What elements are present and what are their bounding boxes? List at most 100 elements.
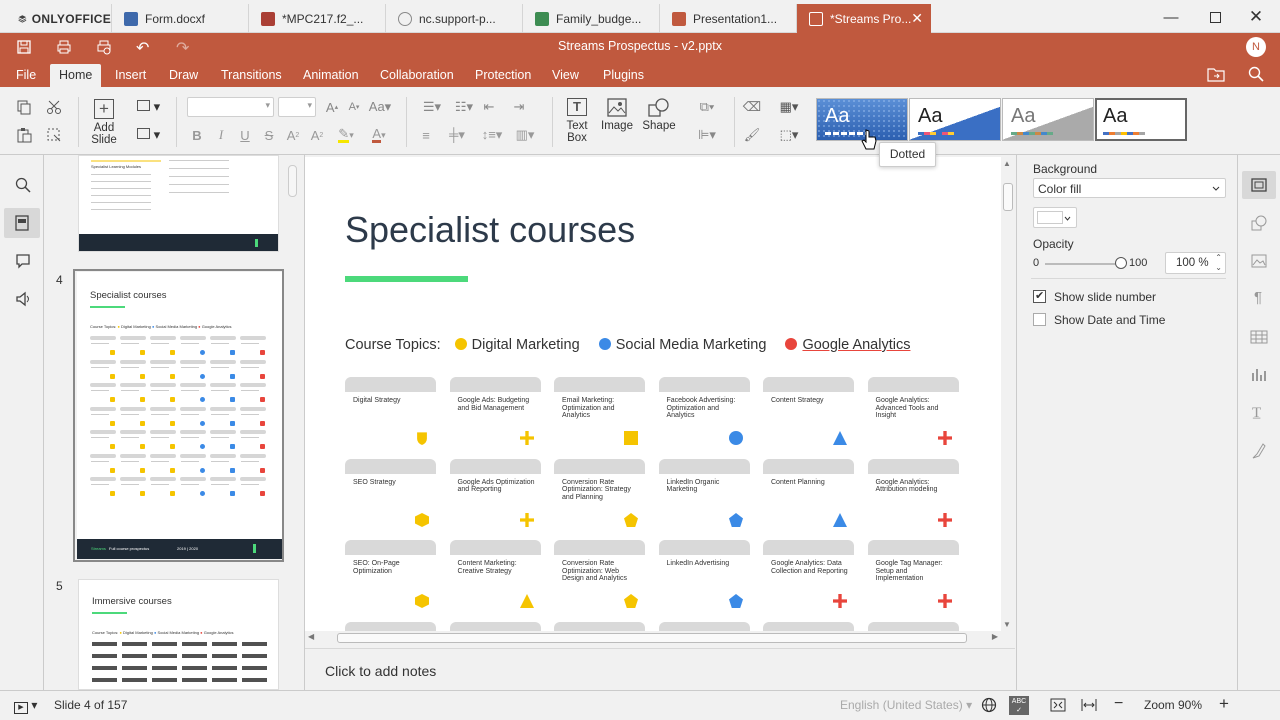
text-box-button[interactable]: T Text Box [560, 97, 594, 151]
course-card[interactable]: Google Ads: Budgeting and Bid Management [449, 377, 541, 449]
thumbs-scrollbar[interactable] [288, 165, 297, 197]
font-name-dropdown[interactable]: ▾ [187, 97, 274, 117]
menu-plugins[interactable]: Plugins [594, 64, 653, 87]
comments-icon[interactable] [15, 253, 31, 269]
app-logo[interactable]: ONLYOFFICE [6, 4, 112, 33]
tab-streams-prospectus[interactable]: *Streams Pro... ✕ [797, 4, 931, 33]
columns-icon[interactable]: ▥▾ [512, 126, 538, 144]
course-card[interactable]: Facebook Advertising: Optimization and A… [658, 377, 750, 449]
course-card[interactable]: SEO: On-Page Optimization [345, 540, 436, 612]
tab-family-budget[interactable]: Family_budge... [523, 4, 660, 33]
course-card[interactable]: Google Analytics: Advanced Tools and Ins… [867, 377, 959, 449]
course-card[interactable]: Conversion Rate Optimization: Strategy a… [554, 458, 645, 531]
arrange-icon[interactable]: ⧉▾ [692, 98, 722, 116]
vertical-scrollbar[interactable]: ▲ ▼ [1001, 157, 1015, 631]
slide-thumbnails-panel[interactable]: Specialist Learning Modules 4 Specialist… [44, 155, 305, 690]
slide-thumbnail-5[interactable]: Immersive courses Course Topics: ● Digit… [78, 579, 279, 690]
course-card[interactable]: Content Marketing: Creative Strategy [449, 540, 541, 612]
color-scheme-icon[interactable]: ▦▾ [774, 98, 804, 116]
menu-transitions[interactable]: Transitions [212, 64, 291, 87]
horizontal-scrollbar[interactable]: ◀ ▶ [305, 631, 1001, 645]
course-card[interactable]: Google Analytics: Data Collection and Re… [763, 540, 854, 612]
slides-panel-button[interactable] [4, 208, 40, 238]
strikethrough-icon[interactable]: S [261, 126, 277, 144]
menu-home[interactable]: Home [50, 64, 102, 87]
layout-dropdown[interactable]: ▾ [137, 99, 165, 117]
vertical-align-icon[interactable]: ╪▾ [446, 126, 468, 144]
menu-insert[interactable]: Insert [106, 64, 155, 87]
start-slideshow-dropdown[interactable]: ▾ [137, 127, 165, 145]
slide-counter[interactable]: Slide 4 of 157 [54, 698, 127, 712]
decrease-indent-icon[interactable]: ⇤ [481, 98, 497, 116]
course-card[interactable]: Conversion Rate Optimization: Web Design… [554, 540, 645, 612]
chart-settings-icon[interactable] [1251, 367, 1267, 383]
close-window-button[interactable]: ✕ [1241, 6, 1271, 28]
show-date-time-checkbox[interactable] [1033, 313, 1046, 326]
slide-canvas[interactable]: Specialist courses Course Topics: Digita… [305, 157, 1001, 631]
course-card[interactable]: LinkedIn Organic Marketing [658, 458, 750, 531]
bullets-icon[interactable]: ☰▾ [418, 98, 446, 116]
course-card[interactable]: Email Marketing: Optimization and Analyt… [554, 377, 645, 449]
theme-gray[interactable]: Aa [1002, 98, 1094, 141]
slideshow-button[interactable]: ▶ ▾ [14, 698, 37, 714]
italic-icon[interactable]: I [213, 126, 229, 144]
copy-icon[interactable] [16, 99, 32, 115]
menu-collaboration[interactable]: Collaboration [371, 64, 463, 87]
theme-blue[interactable]: Aa [909, 98, 1001, 141]
show-slide-number-label[interactable]: Show slide number [1054, 290, 1156, 304]
user-avatar[interactable]: N [1246, 37, 1266, 57]
globe-icon[interactable] [981, 697, 997, 713]
increase-font-icon[interactable]: A ▴ [323, 98, 341, 116]
menu-view[interactable]: View [543, 64, 588, 87]
spinner-arrows-icon[interactable]: ⌃ ⌄ [1215, 253, 1222, 273]
tab-nc-support[interactable]: nc.support-p... [386, 4, 523, 33]
tab-mpc217[interactable]: *MPC217.f2_... [249, 4, 386, 33]
slide-thumbnail-3[interactable]: Specialist Learning Modules [78, 155, 279, 252]
notes-placeholder[interactable]: Click to add notes [325, 663, 436, 679]
vertical-scroll-thumb[interactable] [1003, 183, 1013, 211]
clear-style-icon[interactable]: ⌫ [742, 98, 762, 116]
cut-icon[interactable] [46, 99, 62, 115]
theme-office[interactable]: Aa [1095, 98, 1187, 141]
subscript-icon[interactable]: A2 [309, 126, 325, 144]
course-card[interactable]: SEO Strategy [345, 458, 436, 531]
maximize-button[interactable] [1200, 6, 1230, 28]
select-all-icon[interactable] [46, 127, 62, 143]
undo-icon[interactable]: ↶ [136, 38, 149, 58]
tab-presentation1[interactable]: Presentation1... [660, 4, 797, 33]
opacity-slider-track[interactable] [1045, 263, 1125, 265]
slide-size-icon[interactable]: ⬚▾ [774, 126, 804, 144]
menu-animation[interactable]: Animation [294, 64, 368, 87]
slide-title[interactable]: Specialist courses [345, 209, 635, 251]
feedback-icon[interactable] [15, 291, 32, 307]
minimize-button[interactable]: — [1156, 6, 1186, 28]
tab-form-docxf[interactable]: Form.docxf [112, 4, 249, 33]
close-tab-icon[interactable]: ✕ [911, 10, 923, 27]
increase-indent-icon[interactable]: ⇥ [511, 98, 527, 116]
table-settings-icon[interactable] [1250, 330, 1268, 344]
open-file-location-icon[interactable] [1207, 67, 1225, 82]
spell-check-icon[interactable]: ABC ✓ [1009, 696, 1029, 715]
menu-draw[interactable]: Draw [160, 64, 207, 87]
redo-icon[interactable]: ↷ [176, 38, 189, 58]
background-fill-select[interactable]: Color fill [1033, 178, 1226, 198]
menu-file[interactable]: File [7, 64, 45, 87]
highlight-color-icon[interactable]: ✎ ▾ [333, 126, 359, 144]
shape-settings-icon[interactable] [1251, 215, 1267, 231]
course-card[interactable]: Content Planning [763, 458, 854, 531]
search-icon[interactable] [15, 177, 31, 193]
text-art-settings-icon[interactable]: T̲ [1252, 405, 1261, 422]
font-size-dropdown[interactable]: ▾ [278, 97, 316, 117]
course-card[interactable]: Content Strategy [763, 377, 854, 449]
course-card[interactable]: LinkedIn Advertising [658, 540, 750, 612]
numbering-icon[interactable]: ☷▾ [450, 98, 478, 116]
zoom-level[interactable]: Zoom 90% [1144, 698, 1202, 712]
underline-icon[interactable]: U [237, 126, 253, 144]
opacity-slider-handle[interactable] [1115, 257, 1127, 269]
decrease-font-icon[interactable]: A ▾ [345, 98, 363, 116]
print-icon[interactable] [56, 39, 72, 55]
fit-slide-icon[interactable] [1050, 697, 1066, 713]
course-topics-legend[interactable]: Course Topics: Digital Marketing Social … [345, 337, 910, 353]
course-card[interactable]: Google Ads Optimization and Reporting [449, 458, 541, 531]
show-date-time-label[interactable]: Show Date and Time [1054, 313, 1165, 327]
